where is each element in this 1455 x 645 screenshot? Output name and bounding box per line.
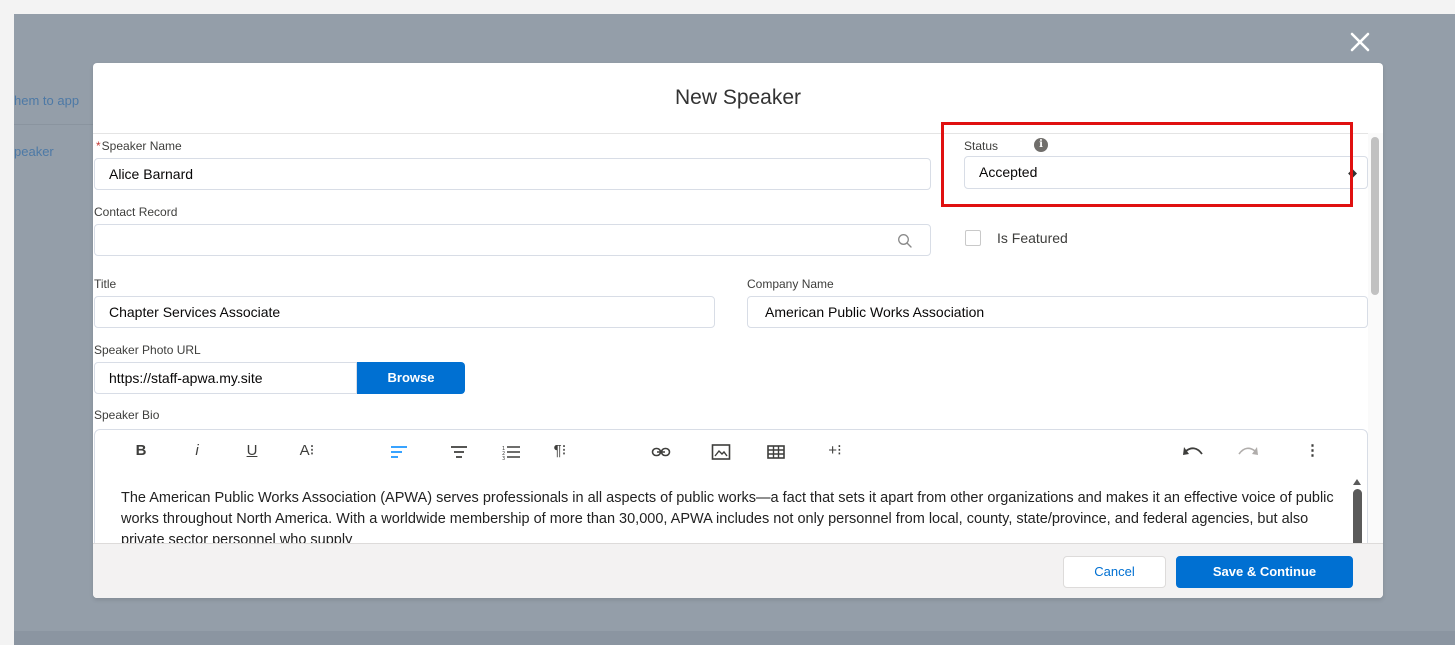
contact-record-lookup[interactable] <box>94 224 931 256</box>
required-marker: * <box>96 139 101 153</box>
speaker-photo-url-value: https://staff-apwa.my.site <box>109 370 263 386</box>
align-center-icon[interactable] <box>449 444 469 460</box>
modal-footer: Cancel Save & Continue <box>93 543 1383 598</box>
editor-toolbar: B i U A⁝ 1 2 3 ¶⁝ +⁝ ⋮ <box>95 430 1367 472</box>
bold-button[interactable]: B <box>133 440 149 462</box>
modal-scroll-thumb[interactable] <box>1371 137 1379 295</box>
font-menu-button[interactable]: A⁝ <box>295 440 319 462</box>
speaker-name-input[interactable]: Alice Barnard <box>94 158 931 190</box>
underline-button[interactable]: U <box>243 440 261 462</box>
modal-scrollbar[interactable] <box>1368 133 1383 543</box>
italic-button[interactable]: i <box>191 440 203 462</box>
speaker-photo-url-input[interactable]: https://staff-apwa.my.site <box>94 362 357 394</box>
background-divider <box>14 124 94 125</box>
speaker-photo-url-label: Speaker Photo URL <box>94 343 201 357</box>
cancel-button[interactable]: Cancel <box>1063 556 1166 588</box>
is-featured-label: Is Featured <box>997 230 1068 246</box>
is-featured-checkbox[interactable] <box>965 230 981 246</box>
scroll-up-arrow-icon[interactable] <box>1352 478 1362 486</box>
align-left-icon[interactable] <box>389 444 409 460</box>
background-text-fragment: hem to app <box>14 93 80 108</box>
speaker-name-value: Alice Barnard <box>109 166 194 182</box>
save-and-continue-button[interactable]: Save & Continue <box>1176 556 1353 588</box>
company-name-label: Company Name <box>747 277 834 291</box>
link-icon[interactable] <box>651 444 671 460</box>
speaker-bio-label: Speaker Bio <box>94 408 160 422</box>
title-label: Title <box>94 277 117 291</box>
numbered-list-icon[interactable]: 1 2 3 <box>501 444 521 460</box>
speaker-name-label: *Speaker Name <box>96 139 182 153</box>
browse-button[interactable]: Browse <box>357 362 465 394</box>
image-icon[interactable] <box>711 443 731 461</box>
contact-record-label: Contact Record <box>94 205 178 219</box>
company-name-input[interactable]: American Public Works Association <box>747 296 1368 328</box>
insert-menu-button[interactable]: +⁝ <box>821 440 849 462</box>
svg-text:3: 3 <box>502 456 505 460</box>
redo-icon[interactable] <box>1237 445 1259 459</box>
table-icon[interactable] <box>767 444 785 460</box>
modal-title: New Speaker <box>674 86 802 109</box>
title-value: Chapter Services Associate <box>109 304 281 320</box>
status-highlight-box <box>941 122 1353 207</box>
paragraph-menu-button[interactable]: ¶⁝ <box>547 440 573 462</box>
background-link-fragment: peaker <box>14 144 54 159</box>
company-name-value: American Public Works Association <box>765 304 985 320</box>
undo-icon[interactable] <box>1182 445 1204 459</box>
title-input[interactable]: Chapter Services Associate <box>94 296 715 328</box>
close-icon[interactable] <box>1346 28 1374 56</box>
backdrop-bottom-strip <box>14 631 1455 645</box>
more-actions-button[interactable]: ⋮ <box>1305 440 1320 462</box>
speaker-name-label-text: Speaker Name <box>101 139 182 153</box>
search-icon[interactable] <box>897 233 913 249</box>
speaker-bio-text[interactable]: The American Public Works Association (A… <box>121 488 1336 551</box>
